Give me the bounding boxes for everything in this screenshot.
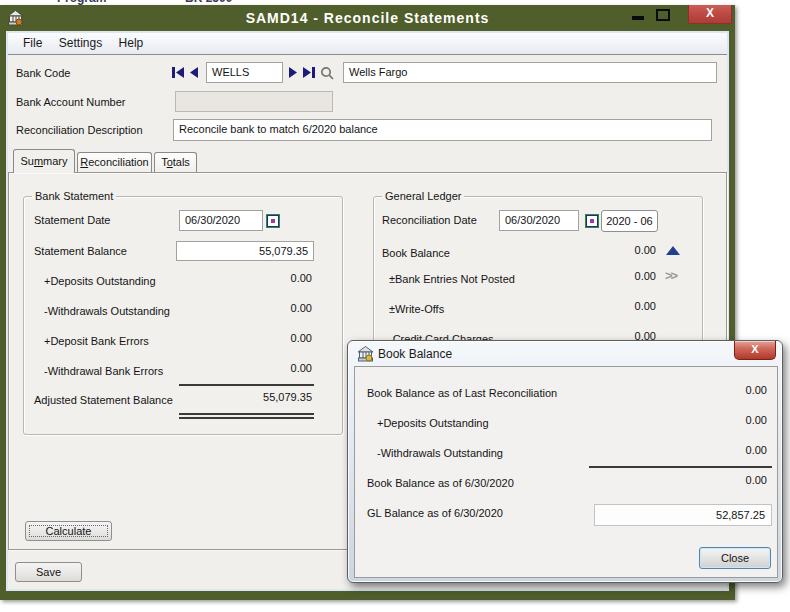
adjusted-statement-balance-label: Adjusted Statement Balance xyxy=(34,394,173,406)
bank-account-label: Bank Account Number xyxy=(16,96,125,108)
book-balance-asof-value: 0.00 xyxy=(746,474,767,486)
general-ledger-group-title: General Ledger xyxy=(382,190,464,202)
dialog-close-button[interactable]: X xyxy=(734,341,776,360)
book-balance-value: 0.00 xyxy=(635,244,656,256)
menu-bar: File Settings Help xyxy=(8,33,727,55)
bank-account-input[interactable] xyxy=(175,91,333,112)
close-button[interactable]: X xyxy=(688,5,732,24)
bank-entries-label: ±Bank Entries Not Posted xyxy=(389,273,515,285)
tab-reconciliation[interactable]: Reconciliation xyxy=(77,152,152,173)
popup-deposits-outstanding-value: 0.00 xyxy=(746,414,767,426)
deposit-bank-errors-label: +Deposit Bank Errors xyxy=(44,335,149,347)
adjusted-statement-balance-value: 55,079.35 xyxy=(263,391,312,403)
bank-entries-drilldown-icon[interactable]: >> xyxy=(665,268,676,283)
minimize-button[interactable] xyxy=(632,16,644,20)
tab-summary[interactable]: Summary xyxy=(13,149,75,173)
statement-date-label: Statement Date xyxy=(34,214,110,226)
withdrawals-outstanding-label: -Withdrawals Outstanding xyxy=(44,305,170,317)
book-balance-last-recon-value: 0.00 xyxy=(746,384,767,396)
menu-file[interactable]: File xyxy=(17,33,48,50)
popup-withdrawals-outstanding-value: 0.00 xyxy=(746,444,767,456)
book-balance-drilldown-icon[interactable] xyxy=(666,246,680,255)
bank-name-display: Wells Fargo xyxy=(343,62,717,83)
window-title: SAMD14 - Reconcile Statements xyxy=(0,10,735,26)
fiscal-period-field: 2020 - 06 xyxy=(601,210,658,232)
maximize-button[interactable] xyxy=(656,9,670,21)
reconciliation-date-label: Reconciliation Date xyxy=(382,214,477,226)
write-offs-label: ±Write-Offs xyxy=(389,303,444,315)
gl-balance-field: 52,857.25 xyxy=(594,504,772,526)
finder-search-icon[interactable] xyxy=(320,66,334,80)
withdrawal-bank-errors-label: -Withdrawal Bank Errors xyxy=(44,365,163,377)
last-record-button[interactable] xyxy=(302,67,316,78)
book-balance-label: Book Balance xyxy=(382,247,450,259)
reconciliation-date-calendar-button[interactable] xyxy=(585,214,599,228)
dialog-title: Book Balance xyxy=(378,347,452,361)
calculate-button[interactable]: Calculate xyxy=(25,521,112,541)
book-balance-last-recon-label: Book Balance as of Last Reconciliation xyxy=(367,387,557,399)
deposits-outstanding-label: +Deposits Outstanding xyxy=(44,275,156,287)
tab-totals[interactable]: Totals xyxy=(154,152,197,173)
dialog-body: Book Balance as of Last Reconciliation 0… xyxy=(354,366,778,578)
withdrawal-bank-errors-value: 0.00 xyxy=(291,362,312,374)
menu-help[interactable]: Help xyxy=(113,33,150,50)
bank-statement-group-title: Bank Statement xyxy=(32,190,116,202)
bank-icon xyxy=(357,345,374,362)
bank-code-label: Bank Code xyxy=(16,67,70,79)
book-balance-asof-label: Book Balance as of 6/30/2020 xyxy=(367,477,514,489)
save-button[interactable]: Save xyxy=(15,562,82,582)
recon-desc-label: Reconciliation Description xyxy=(16,124,143,136)
popup-withdrawals-outstanding-label: -Withdrawals Outstanding xyxy=(377,447,503,459)
write-offs-value: 0.00 xyxy=(635,300,656,312)
total-double-line xyxy=(179,413,314,419)
book-balance-dialog: Book Balance X Book Balance as of Last R… xyxy=(347,340,783,583)
statement-date-input[interactable]: 06/30/2020 xyxy=(179,210,263,231)
statement-balance-label: Statement Balance xyxy=(34,245,127,257)
deposit-bank-errors-value: 0.00 xyxy=(291,332,312,344)
first-record-button[interactable] xyxy=(171,67,185,78)
statement-balance-input[interactable]: 55,079.35 xyxy=(176,241,314,261)
popup-subtotal-line xyxy=(589,466,772,468)
gl-balance-label: GL Balance as of 6/30/2020 xyxy=(367,507,503,519)
subtotal-line xyxy=(179,384,314,386)
deposits-outstanding-value: 0.00 xyxy=(291,272,312,284)
bank-code-input[interactable]: WELLS xyxy=(206,62,283,83)
screen: Program BK 2500 SAMD14 - Reconcile State… xyxy=(0,0,790,612)
next-record-button[interactable] xyxy=(288,67,302,78)
withdrawals-outstanding-value: 0.00 xyxy=(291,302,312,314)
bank-statement-group: Bank Statement Statement Date 06/30/2020… xyxy=(23,196,343,435)
statement-date-calendar-button[interactable] xyxy=(266,214,280,228)
title-bar[interactable]: SAMD14 - Reconcile Statements X xyxy=(0,5,735,31)
bank-entries-value: 0.00 xyxy=(635,270,656,282)
previous-record-button[interactable] xyxy=(189,67,203,78)
popup-close-button[interactable]: Close xyxy=(699,547,771,569)
recon-desc-input[interactable]: Reconcile bank to match 6/2020 balance xyxy=(173,119,712,141)
menu-settings[interactable]: Settings xyxy=(53,33,108,50)
reconciliation-date-input[interactable]: 06/30/2020 xyxy=(499,210,579,231)
popup-deposits-outstanding-label: +Deposits Outstanding xyxy=(377,417,489,429)
